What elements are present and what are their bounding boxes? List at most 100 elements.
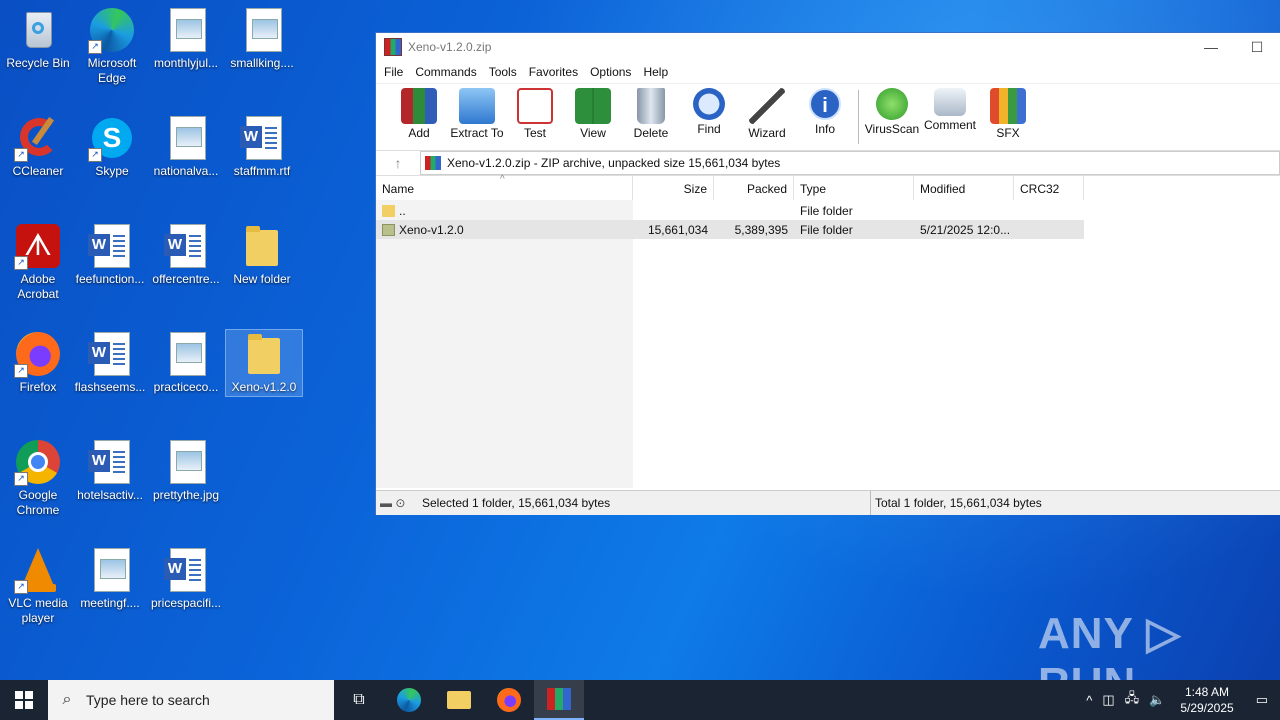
desktop-icon-label: New folder: [233, 272, 291, 286]
desktop-icon-feefunction[interactable]: W feefunction...: [72, 222, 148, 287]
menu-options[interactable]: Options: [584, 65, 637, 79]
start-button[interactable]: [0, 680, 48, 720]
wizard-button[interactable]: Wizard: [738, 84, 796, 140]
notification-icon[interactable]: ▭: [1244, 692, 1280, 708]
menu-favorites[interactable]: Favorites: [523, 65, 584, 79]
status-bar: ▬ ⊙ Selected 1 folder, 15,661,034 bytes …: [376, 490, 1280, 515]
desktop-icon-prettythe[interactable]: prettythe.jpg: [148, 438, 224, 503]
view-button[interactable]: View: [564, 84, 622, 140]
desktop-icon-offercentre[interactable]: W offercentre...: [148, 222, 224, 287]
test-label: Test: [523, 126, 546, 140]
extract-to-button[interactable]: Extract To: [448, 84, 506, 140]
column-header-modified[interactable]: Modified: [914, 176, 1014, 200]
image-file-icon: [162, 330, 210, 378]
up-arrow-icon[interactable]: ↑: [376, 155, 420, 171]
taskbar-edge[interactable]: [384, 680, 434, 720]
column-header-type[interactable]: Type: [794, 176, 914, 200]
desktop-icon-recycle-bin[interactable]: Recycle Bin: [0, 6, 76, 71]
delete-button[interactable]: Delete: [622, 84, 680, 140]
column-header-packed[interactable]: Packed: [714, 176, 794, 200]
sfx-button[interactable]: SFX: [979, 84, 1037, 140]
desktop-icon-monthlyjul[interactable]: monthlyjul...: [148, 6, 224, 71]
find-label: Find: [697, 122, 721, 136]
windows-logo-icon: [15, 691, 33, 709]
folder-icon: [382, 223, 395, 236]
volume-icon[interactable]: 🔈: [1144, 692, 1170, 708]
taskbar-file-explorer[interactable]: [434, 680, 484, 720]
desktop-icon-new-folder[interactable]: New folder: [224, 222, 300, 287]
desktop-icon-label: practiceco...: [153, 380, 219, 394]
firefox-icon: ↗: [14, 330, 62, 378]
drive-icon[interactable]: ▬ ⊙: [376, 496, 422, 510]
clock[interactable]: 1:48 AM 5/29/2025: [1170, 684, 1243, 716]
desktop-icon-nationalva[interactable]: nationalva...: [148, 114, 224, 179]
network-icon[interactable]: 🖧: [1120, 689, 1145, 711]
task-view-button[interactable]: ⧉: [334, 680, 384, 720]
desktop-icon-xeno-folder[interactable]: Xeno-v1.2.0: [225, 329, 303, 397]
desktop-icon-label: meetingf....: [80, 596, 140, 610]
shortcut-arrow-icon: ↗: [14, 472, 28, 486]
info-button[interactable]: i Info: [796, 84, 854, 136]
address-bar: ↑ Xeno-v1.2.0.zip - ZIP archive, unpacke…: [376, 150, 1280, 176]
file-list[interactable]: Name ^ Size Packed Type Modified CRC32 .…: [376, 174, 1280, 488]
table-row[interactable]: .. File folder: [376, 201, 1084, 220]
chevron-up-icon[interactable]: ^: [1081, 693, 1097, 708]
desktop-icon-google-chrome[interactable]: ↗ Google Chrome: [0, 438, 76, 518]
column-header-crc32[interactable]: CRC32: [1014, 176, 1084, 200]
desktop-icon-skype[interactable]: S ↗ Skype: [74, 114, 150, 179]
menu-commands[interactable]: Commands: [409, 65, 482, 79]
desktop-icon-staffmm[interactable]: W staffmm.rtf: [224, 114, 300, 179]
desktop-icon-firefox[interactable]: ↗ Firefox: [0, 330, 76, 395]
desktop-icon-smallking[interactable]: smallking....: [224, 6, 300, 71]
column-header-size[interactable]: Size: [633, 176, 714, 200]
skype-icon: S ↗: [88, 114, 136, 162]
desktop-icon-adobe-acrobat[interactable]: ᗑ ↗ Adobe Acrobat: [0, 222, 76, 302]
title-bar[interactable]: Xeno-v1.2.0.zip — ☐: [376, 33, 1280, 61]
archive-path-field[interactable]: Xeno-v1.2.0.zip - ZIP archive, unpacked …: [420, 151, 1280, 175]
meet-now-icon[interactable]: ◫: [1097, 692, 1119, 708]
desktop-icon-meetingf[interactable]: meetingf....: [72, 546, 148, 611]
word-document-icon: W: [162, 546, 210, 594]
extract-to-label: Extract To: [450, 126, 504, 140]
taskbar-firefox[interactable]: [484, 680, 534, 720]
minimize-button[interactable]: —: [1188, 33, 1234, 61]
add-archive-icon: [401, 88, 437, 124]
virusscan-button[interactable]: VirusScan: [863, 84, 921, 136]
menu-bar: File Commands Tools Favorites Options He…: [376, 61, 1280, 83]
desktop-icon-hotelsactiv[interactable]: W hotelsactiv...: [72, 438, 148, 503]
search-icon: ⌕: [62, 691, 72, 708]
menu-help[interactable]: Help: [637, 65, 674, 79]
virus-bug-icon: [876, 88, 908, 120]
taskbar-search-box[interactable]: ⌕ Type here to search: [48, 680, 334, 720]
table-row[interactable]: Xeno-v1.2.0 15,661,034 5,389,395 File fo…: [376, 220, 1084, 239]
maximize-button[interactable]: ☐: [1234, 33, 1280, 61]
column-headers: Name ^ Size Packed Type Modified CRC32: [376, 174, 1084, 200]
magnifier-icon: [693, 88, 725, 120]
comment-label: Comment: [923, 118, 976, 132]
column-header-name[interactable]: Name ^: [376, 174, 633, 200]
folder-icon: [240, 330, 288, 378]
virusscan-label: VirusScan: [864, 122, 920, 136]
desktop-icon-flashseems[interactable]: W flashseems...: [72, 330, 148, 395]
desktop-icon-practiceco[interactable]: practiceco...: [148, 330, 224, 395]
menu-file[interactable]: File: [378, 65, 409, 79]
taskbar-winrar[interactable]: [534, 680, 584, 720]
wizard-wand-icon: [749, 88, 785, 124]
test-button[interactable]: Test: [506, 84, 564, 140]
comment-button[interactable]: Comment: [921, 84, 979, 132]
menu-tools[interactable]: Tools: [483, 65, 523, 79]
test-clipboard-icon: [517, 88, 553, 124]
desktop-icon-vlc[interactable]: ↗ VLC media player: [0, 546, 76, 626]
wizard-label: Wizard: [748, 126, 786, 140]
task-view-icon: ⧉: [353, 691, 365, 708]
desktop-icon-label: smallking....: [230, 56, 294, 70]
add-button[interactable]: Add: [390, 84, 448, 140]
image-file-icon: [238, 6, 286, 54]
desktop-icon-microsoft-edge[interactable]: ↗ Microsoft Edge: [74, 6, 150, 86]
desktop-icon-ccleaner[interactable]: ↗ CCleaner: [0, 114, 76, 179]
desktop-icon-pricespacifi[interactable]: W pricespacifi...: [148, 546, 224, 611]
winrar-window[interactable]: Xeno-v1.2.0.zip — ☐ File Commands Tools …: [376, 33, 1280, 515]
extract-folder-icon: [459, 88, 495, 124]
find-button[interactable]: Find: [680, 84, 738, 136]
desktop-icon-label: Xeno-v1.2.0: [231, 380, 297, 394]
